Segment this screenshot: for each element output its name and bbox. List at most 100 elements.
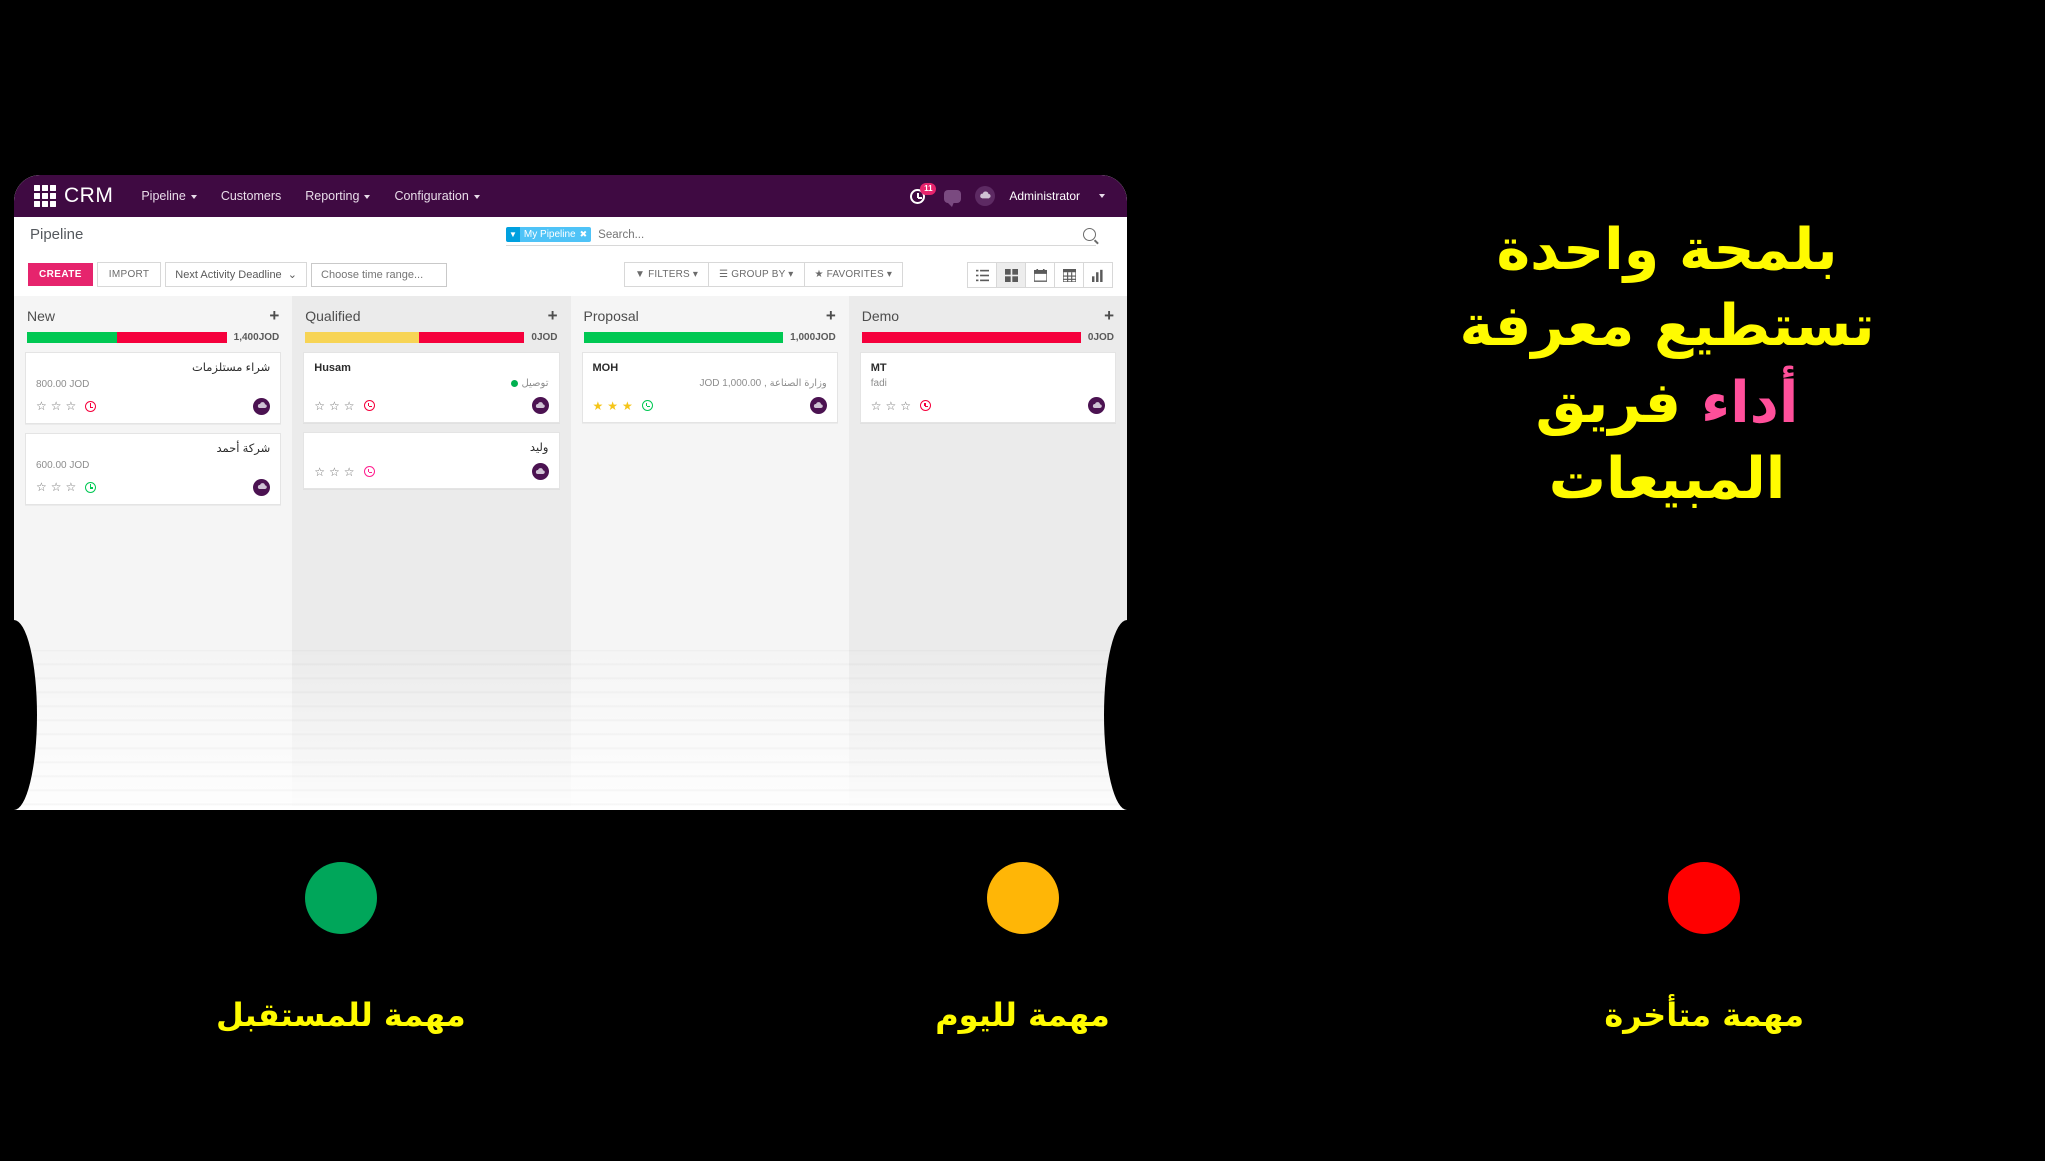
calendar-view-icon[interactable] — [1025, 262, 1054, 288]
priority-stars[interactable]: ☆ ☆ ☆ — [36, 481, 76, 493]
status-dot-icon — [304, 862, 377, 934]
plus-icon[interactable]: + — [548, 307, 558, 324]
search-area: ▼ My Pipeline ✖ — [506, 227, 1096, 246]
kanban-card-footer: ☆ ☆ ☆ — [36, 478, 271, 496]
filters-button[interactable]: ▼ FILTERS ▾ — [624, 262, 709, 287]
legend-late: مهمة متأخرة — [1363, 862, 2045, 1102]
cloud-avatar-icon[interactable] — [975, 186, 996, 206]
kanban-card-footer: ☆ ☆ ☆ — [36, 397, 271, 415]
activity-clock-icon[interactable] — [85, 481, 97, 493]
priority-stars[interactable]: ★ ★ ★ — [593, 400, 633, 412]
kanban-column-title: Demo — [861, 307, 900, 324]
kanban-progress-row: 0JOD — [849, 324, 1127, 343]
kanban-card-subtitle: توصيل — [521, 378, 549, 390]
toolbar-row: CREATE IMPORT Next Activity Deadline ⌄ ▼… — [14, 256, 1127, 294]
activity-clock-icon[interactable] — [920, 400, 932, 412]
kanban-column-amount: 0JOD — [531, 332, 557, 343]
chevron-down-icon — [473, 194, 480, 199]
priority-stars[interactable]: ☆ ☆ ☆ — [36, 400, 76, 412]
star-icon[interactable]: ☆ — [329, 466, 340, 478]
kanban-card[interactable]: شركة أحمد 600.00 JOD ☆ ☆ ☆ — [25, 432, 282, 505]
clock-activity-icon[interactable]: 11 — [910, 183, 937, 206]
kanban-board: New +1,400JOD شراء مستلزمات 800.00 JOD ☆ ☆ ☆ شر… — [14, 296, 1127, 806]
plus-icon[interactable]: + — [826, 307, 836, 324]
plus-icon[interactable]: + — [269, 307, 279, 324]
activity-clock-icon[interactable] — [641, 400, 653, 412]
nav-item-reporting[interactable]: Reporting — [293, 183, 382, 209]
activity-clock-icon[interactable] — [85, 400, 97, 412]
cloud-avatar-icon[interactable] — [809, 397, 827, 415]
search-input[interactable] — [596, 227, 1079, 242]
star-icon[interactable]: ☆ — [314, 400, 325, 412]
kanban-card-subtitle: fadi — [870, 378, 887, 390]
star-icon[interactable]: ☆ — [51, 481, 62, 493]
kanban-card[interactable]: MT fadi ☆ ☆ ☆ — [859, 352, 1116, 424]
pivot-view-icon[interactable] — [1054, 262, 1083, 288]
kanban-card[interactable]: وليد ☆ ☆ ☆ — [303, 432, 560, 490]
star-icon[interactable]: ☆ — [871, 400, 882, 412]
chevron-down-icon: ▾ — [788, 269, 794, 280]
star-icon[interactable]: ☆ — [36, 400, 47, 412]
search-facet-label: My Pipeline — [519, 227, 580, 242]
kanban-amount-currency: JOD — [815, 332, 836, 343]
headline-line-1: بلمحة واحدة — [1496, 217, 1838, 283]
promo-stage: CRM Pipeline Customers Reporting Configu… — [0, 0, 2045, 1161]
kanban-card[interactable]: MOH وزارة الصناعة , 1,000.00 JOD ★ ★ ★ — [581, 352, 838, 424]
star-icon[interactable]: ☆ — [329, 400, 340, 412]
groupby-button[interactable]: ☰ GROUP BY ▾ — [708, 262, 804, 287]
kanban-card[interactable]: Husam توصيل ☆ ☆ ☆ — [303, 352, 560, 424]
kanban-progressbar[interactable] — [861, 332, 1081, 343]
star-icon[interactable]: ☆ — [36, 481, 47, 493]
nav-item-configuration[interactable]: Configuration — [382, 183, 491, 209]
next-activity-deadline-select[interactable]: Next Activity Deadline ⌄ — [165, 262, 308, 287]
priority-stars[interactable]: ☆ ☆ ☆ — [314, 400, 354, 412]
user-menu[interactable]: Administrator — [1009, 189, 1080, 203]
star-icon[interactable]: ☆ — [886, 400, 897, 412]
list-view-icon[interactable] — [967, 262, 996, 288]
favorites-button[interactable]: ★ FAVORITES ▾ — [803, 262, 904, 287]
graph-view-icon[interactable] — [1083, 262, 1113, 288]
headline-line-2: تستطيع معرفة — [1459, 293, 1875, 360]
star-icon[interactable]: ☆ — [344, 466, 355, 478]
plus-icon[interactable]: + — [1104, 307, 1114, 324]
time-range-input[interactable] — [311, 262, 448, 287]
cloud-avatar-icon[interactable] — [1088, 397, 1105, 415]
create-button[interactable]: CREATE — [28, 263, 93, 286]
kanban-card-title: شراء مستلزمات — [191, 362, 271, 374]
priority-stars[interactable]: ☆ ☆ ☆ — [871, 400, 911, 412]
chat-bubble-icon[interactable] — [944, 189, 962, 207]
star-icon[interactable]: ☆ — [314, 466, 325, 478]
cloud-avatar-icon[interactable] — [531, 463, 549, 481]
legend-future: مهمة للمستقبل — [0, 862, 682, 1102]
grid-apps-icon[interactable] — [34, 185, 56, 207]
kanban-progressbar[interactable] — [305, 332, 525, 343]
nav-item-pipeline[interactable]: Pipeline — [129, 183, 208, 209]
activity-clock-icon[interactable] — [363, 466, 375, 478]
search-facet-my-pipeline[interactable]: ▼ My Pipeline ✖ — [506, 227, 592, 242]
star-icon[interactable]: ☆ — [66, 481, 77, 493]
star-icon[interactable]: ★ — [622, 400, 633, 412]
kanban-column-new: New +1,400JOD شراء مستلزمات 800.00 JOD ☆ ☆ ☆ شر… — [14, 296, 293, 806]
search-icon[interactable] — [1083, 228, 1096, 241]
nav-item-customers[interactable]: Customers — [209, 183, 293, 209]
star-icon[interactable]: ★ — [593, 400, 604, 412]
kanban-progressbar[interactable] — [27, 332, 227, 343]
kanban-progressbar[interactable] — [583, 332, 784, 343]
cloud-avatar-icon[interactable] — [253, 397, 271, 415]
star-icon[interactable]: ☆ — [51, 400, 62, 412]
close-icon[interactable]: ✖ — [579, 227, 592, 242]
priority-stars[interactable]: ☆ ☆ ☆ — [314, 466, 354, 478]
cloud-avatar-icon[interactable] — [531, 397, 549, 415]
star-icon[interactable]: ☆ — [344, 400, 355, 412]
import-button[interactable]: IMPORT — [96, 262, 162, 287]
star-icon[interactable]: ☆ — [66, 400, 77, 412]
star-icon[interactable]: ☆ — [900, 400, 911, 412]
cloud-avatar-icon[interactable] — [253, 478, 271, 496]
app-brand: CRM — [64, 184, 114, 207]
filter-funnel-icon: ▼ — [635, 269, 646, 280]
activity-clock-icon[interactable] — [363, 400, 375, 412]
kanban-column-title: Proposal — [583, 307, 639, 324]
star-icon[interactable]: ★ — [607, 400, 618, 412]
kanban-card[interactable]: شراء مستلزمات 800.00 JOD ☆ ☆ ☆ — [25, 352, 282, 424]
kanban-view-icon[interactable] — [996, 262, 1025, 288]
